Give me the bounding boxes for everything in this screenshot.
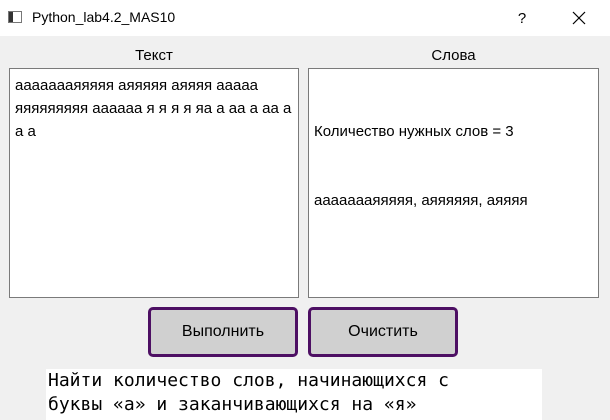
words-list-line: аааааааяяяяя, аяяяяяя, аяяяя	[314, 192, 528, 209]
app-window: Python_lab4.2_MAS10 ? Текст Слова аааааа…	[0, 0, 610, 420]
clear-button[interactable]: Очистить	[308, 307, 458, 357]
help-button[interactable]: ?	[506, 2, 538, 34]
task-line-1: Найти количество слов, начинающихся с	[48, 370, 449, 391]
words-count-line: Количество нужных слов = 3	[314, 123, 514, 140]
title-bar: Python_lab4.2_MAS10 ?	[0, 0, 610, 36]
text-input[interactable]: аааааааяяяяя аяяяяя аяяяя ааааа яяяяяяяя…	[9, 68, 299, 298]
app-window-icon	[8, 11, 22, 23]
run-button[interactable]: Выполнить	[148, 307, 298, 357]
close-button[interactable]	[560, 2, 598, 34]
close-icon	[572, 11, 586, 25]
text-label: Текст	[135, 47, 173, 64]
window-title: Python_lab4.2_MAS10	[32, 9, 176, 25]
words-label: Слова	[431, 47, 476, 64]
words-output[interactable]: Количество нужных слов = 3 аааааааяяяяя,…	[308, 68, 599, 298]
task-description: Найти количество слов, начинающихся с бу…	[46, 369, 542, 420]
task-line-2: буквы «а» и заканчивающихся на «я»	[48, 394, 417, 415]
